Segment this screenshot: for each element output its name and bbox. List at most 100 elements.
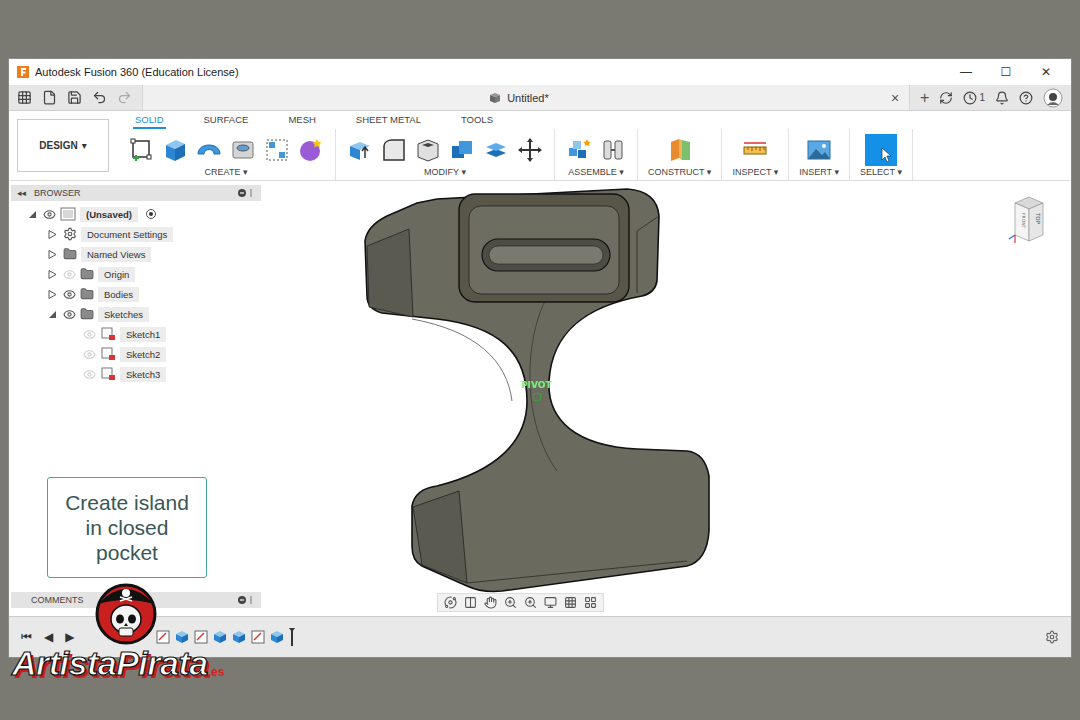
save-icon[interactable] — [67, 90, 82, 105]
timeline-control[interactable]: ◀ — [44, 630, 53, 644]
new-tab-button[interactable]: + — [920, 90, 929, 106]
tree-item[interactable]: Sketches — [11, 304, 261, 324]
orbit-icon[interactable] — [444, 596, 457, 609]
look-at-icon[interactable] — [464, 596, 477, 609]
hidden-eye-icon[interactable] — [63, 268, 76, 281]
tool-group-menu[interactable]: SELECT ▾ — [860, 167, 902, 177]
redo-icon[interactable] — [117, 90, 132, 105]
collapse-button[interactable]: ◂◂ — [17, 188, 26, 198]
eye-icon[interactable] — [43, 208, 56, 221]
ribbon-tab[interactable]: MESH — [286, 114, 317, 129]
form-icon[interactable] — [297, 136, 325, 164]
revolve-icon[interactable] — [195, 136, 223, 164]
box-icon[interactable] — [161, 136, 189, 164]
tree-label[interactable]: (Unsaved) — [80, 207, 138, 222]
tree-item[interactable]: Sketch1 — [11, 324, 261, 344]
model-body[interactable] — [365, 189, 709, 591]
tree-toggle[interactable] — [25, 210, 39, 219]
close-tab-button[interactable]: × — [891, 91, 899, 105]
align-icon[interactable] — [482, 136, 510, 164]
tool-group-menu[interactable]: CONSTRUCT ▾ — [648, 167, 711, 177]
tree-toggle[interactable] — [45, 290, 59, 299]
pivot-icon[interactable] — [533, 393, 541, 401]
timeline-extrude-icon[interactable] — [175, 630, 189, 644]
combine-icon[interactable] — [448, 136, 476, 164]
expand-icon[interactable] — [48, 270, 57, 279]
timeline-settings-icon[interactable] — [1045, 630, 1059, 644]
expand-icon[interactable] — [48, 290, 57, 299]
hidden-eye-icon[interactable] — [83, 368, 96, 381]
tree-label[interactable]: Bodies — [98, 287, 139, 302]
file-menu[interactable] — [42, 90, 57, 105]
plane-icon[interactable] — [666, 136, 694, 164]
tree-label[interactable]: Sketch1 — [120, 327, 166, 342]
collapse-icon[interactable] — [48, 310, 57, 319]
tree-item[interactable]: Origin — [11, 264, 261, 284]
viewports-icon[interactable] — [584, 596, 597, 609]
help-icon[interactable] — [1019, 91, 1033, 105]
model-canvas[interactable]: PIVOT — [261, 181, 1071, 616]
tool-group-menu[interactable]: MODIFY ▾ — [424, 167, 466, 177]
tool-group-menu[interactable]: CREATE ▾ — [205, 167, 248, 177]
timeline-extrude-icon[interactable] — [213, 630, 227, 644]
tree-item[interactable]: Sketch2 — [11, 344, 261, 364]
pan-icon[interactable] — [484, 596, 497, 609]
window-button[interactable]: ☐ — [999, 65, 1013, 79]
job-status[interactable]: 1 — [963, 91, 985, 105]
timeline-marker-icon[interactable] — [289, 628, 295, 646]
bell-icon[interactable] — [995, 91, 1009, 105]
tree-toggle[interactable] — [45, 310, 59, 319]
active-radio[interactable] — [146, 209, 156, 219]
collapse-icon[interactable] — [28, 210, 37, 219]
ribbon-tab[interactable]: SHEET METAL — [354, 114, 423, 129]
hidden-eye-icon[interactable] — [83, 328, 96, 341]
browser-pin-icon[interactable] — [237, 188, 255, 198]
ribbon-tab[interactable]: SOLID — [133, 114, 166, 129]
shell-icon[interactable] — [414, 136, 442, 164]
tool-group-menu[interactable]: INSPECT ▾ — [732, 167, 778, 177]
tree-item[interactable]: Bodies — [11, 284, 261, 304]
fit-icon[interactable] — [524, 596, 537, 609]
window-button[interactable]: — — [959, 65, 973, 79]
grid-icon[interactable] — [17, 90, 32, 105]
tree-label[interactable]: Sketch3 — [120, 367, 166, 382]
hole-icon[interactable] — [229, 136, 257, 164]
avatar-icon[interactable] — [1043, 88, 1063, 108]
tree-item[interactable]: Named Views — [11, 244, 261, 264]
timeline-control[interactable]: ⏮ — [21, 630, 32, 644]
island-slot[interactable] — [482, 239, 610, 271]
tree-label[interactable]: Sketches — [98, 307, 149, 322]
tree-toggle[interactable] — [45, 250, 59, 259]
tree-toggle[interactable] — [45, 270, 59, 279]
ribbon-tab[interactable]: SURFACE — [202, 114, 251, 129]
tree-toggle[interactable] — [45, 230, 59, 239]
tool-group-menu[interactable]: ASSEMBLE ▾ — [568, 167, 624, 177]
window-button[interactable]: ✕ — [1039, 65, 1053, 79]
eye-icon[interactable] — [63, 308, 76, 321]
joint-icon[interactable] — [599, 136, 627, 164]
cursor-icon[interactable] — [865, 134, 897, 166]
sketch-icon[interactable] — [127, 136, 155, 164]
expand-icon[interactable] — [48, 250, 57, 259]
timeline-sketch-icon[interactable] — [194, 630, 208, 644]
tree-item[interactable]: (Unsaved) — [11, 204, 261, 224]
hidden-eye-icon[interactable] — [83, 348, 96, 361]
tree-label[interactable]: Origin — [98, 267, 135, 282]
component-icon[interactable] — [565, 136, 593, 164]
eye-icon[interactable] — [63, 288, 76, 301]
timeline-sketch-icon[interactable] — [156, 630, 170, 644]
tree-item[interactable]: Document Settings — [11, 224, 261, 244]
display-icon[interactable] — [544, 596, 557, 609]
timeline-control[interactable]: ▶ — [65, 630, 74, 644]
tree-label[interactable]: Sketch2 — [120, 347, 166, 362]
timeline-extrude-icon[interactable] — [270, 630, 284, 644]
pattern-icon[interactable] — [263, 136, 291, 164]
tree-item[interactable]: Sketch3 — [11, 364, 261, 384]
tool-group-menu[interactable]: INSERT ▾ — [799, 167, 839, 177]
expand-icon[interactable] — [48, 230, 57, 239]
tree-label[interactable]: Named Views — [81, 247, 151, 262]
workspace-switcher[interactable]: DESIGN▾ — [17, 119, 109, 172]
measure-icon[interactable] — [741, 136, 769, 164]
press-pull-icon[interactable] — [346, 136, 374, 164]
timeline-extrude-icon[interactable] — [232, 630, 246, 644]
